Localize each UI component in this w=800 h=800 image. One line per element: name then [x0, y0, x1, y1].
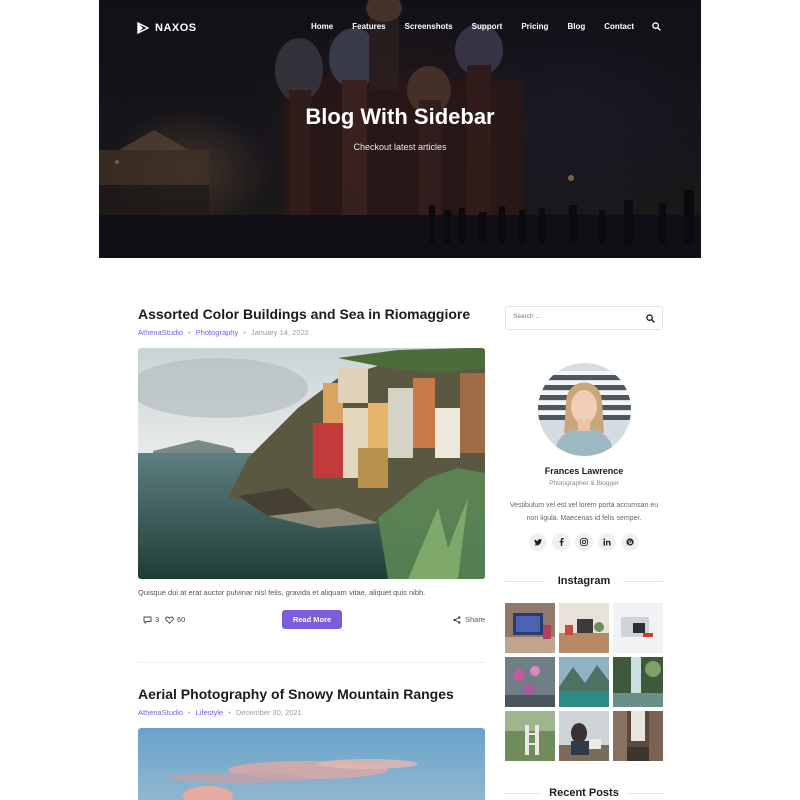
instagram-icon[interactable] — [575, 533, 593, 551]
title-line — [505, 581, 545, 582]
brand-logo[interactable]: NAXOS — [137, 22, 197, 34]
search-icon[interactable] — [646, 314, 655, 323]
post-featured-image[interactable] — [138, 348, 485, 579]
instagram-grid — [505, 603, 663, 761]
author-name: Frances Lawrence — [544, 466, 624, 476]
post-meta: AthenaStudio • Photography • January 14,… — [138, 328, 485, 337]
post-date: December 30, 2021 — [235, 708, 302, 717]
share-label: Share — [464, 615, 485, 624]
title-line — [623, 581, 663, 582]
recent-posts-widget-title: Recent Posts — [505, 787, 663, 799]
instagram-photo[interactable] — [505, 657, 555, 707]
post-title[interactable]: Aerial Photography of Snowy Mountain Ran… — [138, 686, 485, 702]
likes-value: 60 — [177, 615, 186, 624]
post-author-link[interactable]: AthenaStudio — [138, 328, 183, 337]
logo-icon — [137, 22, 149, 34]
instagram-photo[interactable] — [613, 603, 663, 653]
page-title: Blog With Sidebar — [305, 104, 495, 129]
comments-count[interactable]: 3 — [143, 615, 159, 624]
author-bio: Vestibulum vel est vel lorem porta accum… — [509, 502, 659, 522]
search-icon[interactable] — [652, 22, 661, 31]
title-line — [627, 793, 663, 794]
post-excerpt: Quisque dui at erat auctor pulvinar nisl… — [138, 588, 426, 597]
post-category-link[interactable]: Photography — [196, 328, 239, 337]
instagram-photo[interactable] — [505, 603, 555, 653]
linkedin-icon[interactable] — [598, 533, 616, 551]
post-footer: 3 60 Read More Share — [138, 610, 485, 630]
meta-separator: • — [188, 328, 191, 337]
share-icon — [453, 615, 461, 624]
nav-item-blog[interactable]: Blog — [567, 22, 585, 31]
top-navigation: NAXOS Home Features Screenshots Support … — [99, 0, 701, 58]
nav-item-home[interactable]: Home — [311, 22, 333, 31]
meta-separator: • — [188, 708, 191, 717]
instagram-title-text: Instagram — [557, 575, 611, 587]
meta-separator: • — [243, 328, 246, 337]
sidebar-search — [505, 306, 663, 330]
author-avatar — [538, 363, 631, 456]
share-button[interactable]: Share — [453, 615, 485, 624]
recent-posts-title-text: Recent Posts — [549, 787, 619, 799]
nav-menu: Home Features Screenshots Support Pricin… — [292, 22, 661, 31]
post-author-link[interactable]: AthenaStudio — [138, 708, 183, 717]
meta-separator: • — [228, 708, 231, 717]
read-more-button[interactable]: Read More — [282, 610, 342, 629]
instagram-widget-title: Instagram — [505, 575, 663, 587]
author-role: Photographer & Blogger — [549, 480, 619, 487]
instagram-photo[interactable] — [613, 657, 663, 707]
pinterest-icon[interactable] — [621, 533, 639, 551]
blog-post: Assorted Color Buildings and Sea in Riom… — [138, 306, 485, 629]
hero-banner: NAXOS Home Features Screenshots Support … — [99, 0, 701, 258]
social-links — [529, 533, 639, 551]
instagram-photo[interactable] — [505, 711, 555, 761]
blog-post: Aerial Photography of Snowy Mountain Ran… — [138, 686, 485, 800]
post-title[interactable]: Assorted Color Buildings and Sea in Riom… — [138, 306, 485, 322]
post-divider — [138, 662, 485, 663]
post-featured-image[interactable] — [138, 728, 485, 800]
comment-icon — [143, 616, 152, 624]
instagram-photo[interactable] — [613, 711, 663, 761]
post-meta: AthenaStudio • Lifestyle • December 30, … — [138, 708, 485, 717]
nav-item-contact[interactable]: Contact — [604, 22, 634, 31]
post-date: January 14, 2022 — [250, 328, 309, 337]
instagram-photo[interactable] — [559, 603, 609, 653]
facebook-icon[interactable] — [552, 533, 570, 551]
search-input[interactable] — [513, 313, 633, 320]
comments-value: 3 — [155, 615, 160, 624]
post-category-link[interactable]: Lifestyle — [196, 708, 224, 717]
heart-icon — [165, 616, 174, 624]
likes-count[interactable]: 60 — [165, 615, 185, 624]
nav-item-screenshots[interactable]: Screenshots — [405, 22, 453, 31]
nav-item-features[interactable]: Features — [352, 22, 385, 31]
nav-item-support[interactable]: Support — [472, 22, 503, 31]
nav-item-pricing[interactable]: Pricing — [521, 22, 548, 31]
twitter-icon[interactable] — [529, 533, 547, 551]
instagram-photo[interactable] — [559, 657, 609, 707]
title-line — [505, 793, 541, 794]
brand-name: NAXOS — [155, 22, 197, 34]
page-subtitle: Checkout latest articles — [353, 142, 447, 152]
instagram-photo[interactable] — [559, 711, 609, 761]
